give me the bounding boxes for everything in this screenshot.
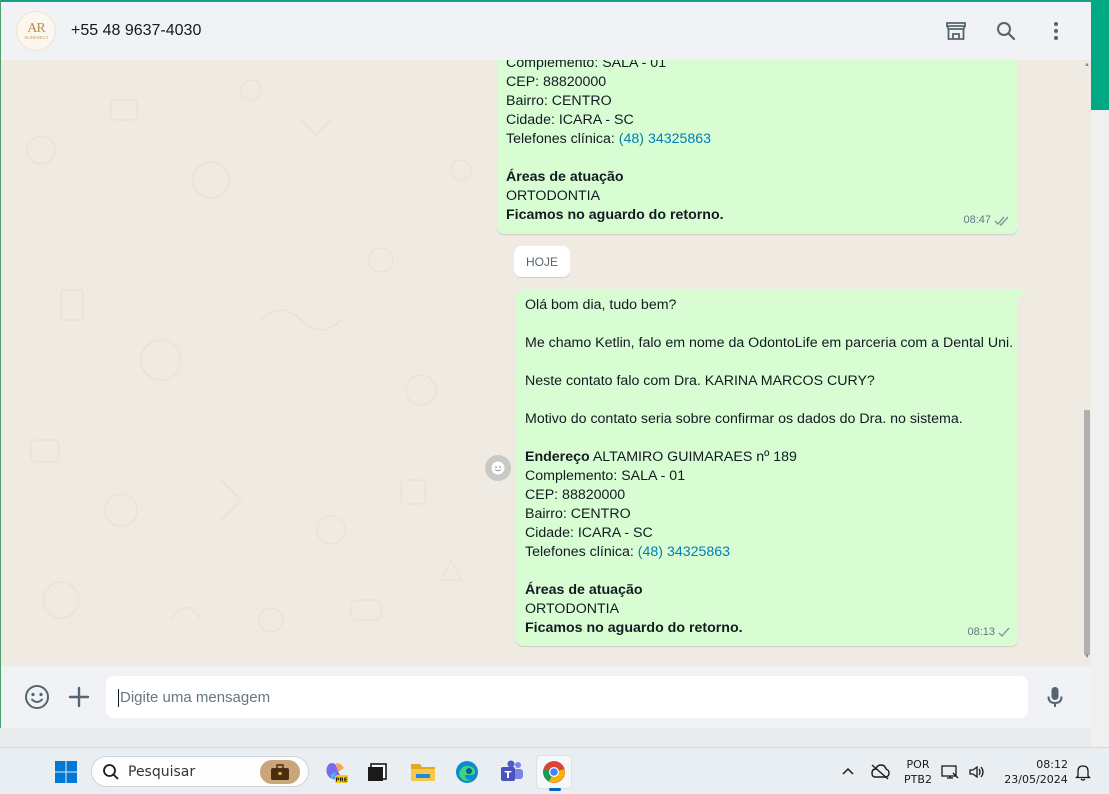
scroll-down-arrow-icon[interactable]: ▼ bbox=[1084, 654, 1090, 660]
smiley-icon bbox=[491, 461, 505, 475]
contact-avatar[interactable]: AR ALINE RICCI bbox=[16, 11, 56, 51]
message-line: Endereço ALTAMIRO GUIMARAES nº 189 bbox=[525, 448, 1009, 467]
phone-label: Telefones clínica: bbox=[525, 544, 638, 560]
contact-name[interactable]: +55 48 9637-4030 bbox=[71, 22, 201, 40]
message-bold-line: Ficamos no aguardo do retorno. bbox=[506, 207, 724, 223]
message-line: Telefones clínica: (48) 34325863 bbox=[525, 543, 1009, 562]
message-meta: 08:13 bbox=[967, 623, 1010, 642]
windows-start-icon[interactable] bbox=[48, 755, 84, 789]
message-composer bbox=[1, 666, 1092, 728]
task-view-icon[interactable] bbox=[359, 755, 395, 789]
svg-text:T: T bbox=[505, 770, 512, 781]
message-bubble[interactable]: Olá bom dia, tudo bem? Me chamo Ketlin, … bbox=[516, 290, 1026, 646]
search-icon[interactable] bbox=[986, 11, 1026, 51]
phone-link[interactable]: (48) 34325863 bbox=[619, 131, 711, 147]
message-bold-line: Áreas de atuação bbox=[506, 169, 624, 185]
message-line: Cidade: ICARA - SC bbox=[525, 525, 653, 541]
message-list[interactable]: Complemento: SALA - 01 CEP: 88820000 Bai… bbox=[1, 60, 1092, 666]
clock-date: 23/05/2024 bbox=[1004, 773, 1068, 786]
menu-icon[interactable] bbox=[1036, 11, 1076, 51]
whatsapp-window: AR ALINE RICCI +55 48 9637-4030 Compleme… bbox=[0, 0, 1092, 728]
message-line: Complemento: SALA - 01 bbox=[506, 60, 667, 71]
message-time: 08:47 bbox=[963, 214, 991, 226]
plus-icon[interactable] bbox=[65, 683, 93, 711]
phone-label: Telefones clínica: bbox=[506, 131, 619, 147]
message-line: Complemento: SALA - 01 bbox=[525, 468, 686, 484]
taskbar-search[interactable]: Pesquisar bbox=[91, 756, 309, 787]
chevron-up-icon[interactable] bbox=[830, 755, 866, 789]
reaction-button[interactable] bbox=[485, 455, 511, 481]
message-time: 08:13 bbox=[967, 626, 995, 638]
message-line: ORTODONTIA bbox=[525, 601, 620, 617]
svg-text:PRE: PRE bbox=[335, 778, 347, 784]
message-bold-line: Áreas de atuação bbox=[525, 582, 643, 598]
message-line: Bairro: CENTRO bbox=[506, 93, 612, 109]
message-line: CEP: 88820000 bbox=[525, 487, 626, 503]
window-edge bbox=[1091, 0, 1109, 747]
double-check-icon bbox=[994, 216, 1009, 226]
avatar-monogram: AR bbox=[27, 21, 45, 36]
copilot-icon[interactable]: PRE bbox=[318, 755, 354, 789]
network-icon[interactable] bbox=[938, 755, 962, 789]
windows-taskbar: Pesquisar PRE T POR PTB2 08:12 23/05/202… bbox=[0, 747, 1109, 794]
message-line: Olá bom dia, tudo bem? bbox=[525, 297, 677, 313]
file-explorer-icon[interactable] bbox=[405, 755, 441, 789]
language-code: POR bbox=[906, 758, 930, 771]
search-icon bbox=[103, 763, 119, 780]
date-divider: HOJE bbox=[514, 246, 571, 277]
phone-link[interactable]: (48) 34325863 bbox=[638, 544, 730, 560]
scrollbar-thumb[interactable] bbox=[1084, 410, 1090, 655]
message-line: Motivo do contato seria sobre confirmar … bbox=[525, 411, 963, 427]
address-value: ALTAMIRO GUIMARAES nº 189 bbox=[589, 449, 797, 465]
message-line: Telefones clínica: (48) 34325863 bbox=[506, 130, 1009, 149]
single-check-icon bbox=[998, 627, 1010, 638]
chrome-icon[interactable] bbox=[536, 755, 572, 791]
emoji-icon[interactable] bbox=[23, 683, 51, 711]
message-line: Me chamo Ketlin, falo em nome da OdontoL… bbox=[525, 335, 1014, 351]
message-meta: 08:47 bbox=[963, 211, 1010, 230]
keyboard-layout: PTB2 bbox=[904, 773, 932, 786]
notification-bell-icon[interactable] bbox=[1072, 755, 1094, 789]
message-input[interactable] bbox=[106, 676, 1028, 718]
volume-icon[interactable] bbox=[964, 755, 990, 789]
briefcase-icon bbox=[260, 760, 300, 784]
language-indicator[interactable]: POR PTB2 bbox=[900, 757, 936, 787]
message-line: Cidade: ICARA - SC bbox=[506, 112, 634, 128]
microphone-icon[interactable] bbox=[1041, 683, 1069, 711]
message-line: CEP: 88820000 bbox=[506, 74, 607, 90]
edge-browser-icon[interactable] bbox=[449, 755, 485, 789]
message-line: ORTODONTIA bbox=[506, 188, 601, 204]
message-line: Bairro: CENTRO bbox=[525, 506, 631, 522]
text-caret bbox=[118, 689, 119, 707]
message-line: Neste contato falo com Dra. KARINA MARCO… bbox=[525, 373, 875, 389]
message-bubble[interactable]: Complemento: SALA - 01 CEP: 88820000 Bai… bbox=[497, 60, 1018, 234]
clock-time: 08:12 bbox=[1036, 758, 1068, 771]
taskbar-search-placeholder: Pesquisar bbox=[128, 763, 196, 780]
chat-header: AR ALINE RICCI +55 48 9637-4030 bbox=[1, 0, 1092, 60]
clock[interactable]: 08:12 23/05/2024 bbox=[998, 757, 1074, 787]
address-label: Endereço bbox=[525, 449, 590, 465]
cloud-offline-icon[interactable] bbox=[862, 755, 898, 789]
catalog-icon[interactable] bbox=[936, 11, 976, 51]
avatar-caption: ALINE RICCI bbox=[24, 35, 48, 40]
teams-icon[interactable]: T bbox=[494, 755, 530, 789]
scroll-up-arrow-icon[interactable]: ▲ bbox=[1084, 62, 1090, 68]
message-bold-line: Ficamos no aguardo do retorno. bbox=[525, 620, 743, 636]
